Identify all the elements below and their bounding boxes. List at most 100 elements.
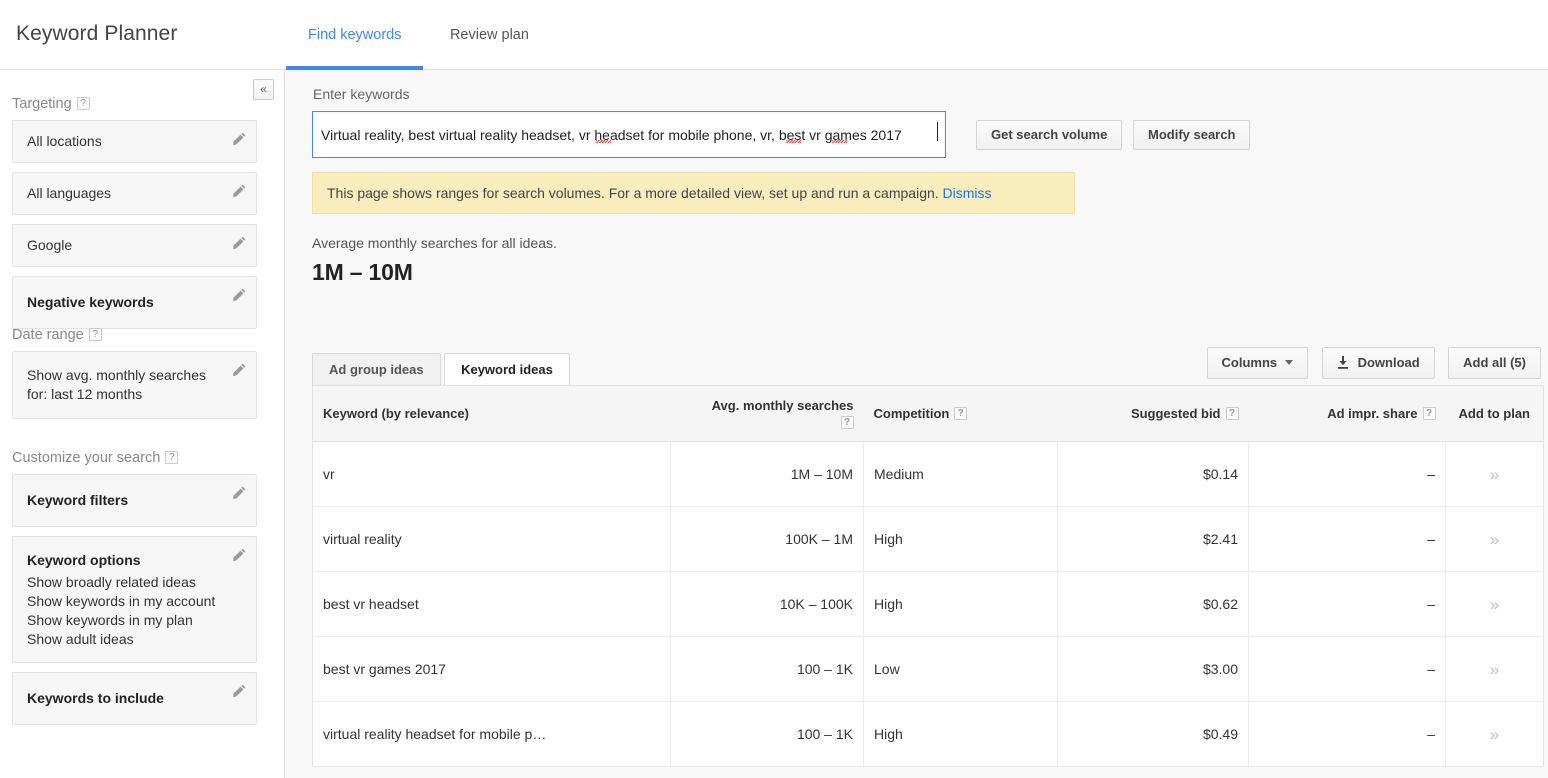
avg-searches-label: Average monthly searches for all ideas. [312, 235, 557, 251]
chevron-down-icon [1285, 360, 1293, 365]
enter-keywords-label: Enter keywords [313, 86, 409, 102]
edit-pencil-icon[interactable] [231, 485, 247, 501]
get-search-volume-label: Get search volume [991, 127, 1107, 142]
cell-keyword: vr [313, 442, 671, 507]
edit-pencil-icon[interactable] [231, 683, 247, 699]
targeting-heading-label: Targeting [12, 96, 72, 112]
help-icon[interactable]: ? [89, 328, 102, 341]
tab-review-plan[interactable]: Review plan [428, 0, 551, 70]
keyword-option-adult-ideas[interactable]: Show adult ideas [27, 630, 222, 649]
cell-competition: Medium [864, 442, 1058, 507]
help-icon[interactable]: ? [1423, 407, 1436, 420]
add-to-plan-chevron-icon[interactable]: » [1490, 465, 1499, 484]
sidebar-item-keyword-options[interactable]: Keyword options Show broadly related ide… [12, 536, 257, 663]
edit-pencil-icon[interactable] [231, 183, 247, 199]
sidebar-item-negative-keywords[interactable]: Negative keywords [12, 276, 257, 329]
cell-competition: High [864, 507, 1058, 572]
cell-ad-impr-share: – [1249, 442, 1446, 507]
modify-search-label: Modify search [1148, 127, 1235, 142]
tab-ad-group-ideas[interactable]: Ad group ideas [312, 353, 441, 385]
cell-suggested-bid: $3.00 [1058, 637, 1249, 702]
cell-add-to-plan[interactable]: » [1446, 637, 1544, 702]
sidebar-item-label: All languages [27, 184, 222, 203]
add-to-plan-chevron-icon[interactable]: » [1490, 530, 1499, 549]
cell-suggested-bid: $2.41 [1058, 507, 1249, 572]
column-header-competition[interactable]: Competition? [864, 386, 1058, 442]
column-header-avg-label: Avg. monthly searches [681, 398, 854, 413]
edit-pencil-icon[interactable] [231, 547, 247, 563]
help-icon[interactable]: ? [1226, 407, 1239, 420]
sidebar-item-label-2: for: last 12 months [27, 385, 222, 404]
column-header-keyword[interactable]: Keyword (by relevance) [313, 386, 671, 442]
sidebar-item-keywords-to-include[interactable]: Keywords to include [12, 672, 257, 725]
table-header-row: Keyword (by relevance) Avg. monthly sear… [313, 386, 1544, 442]
column-header-ad-impr-share[interactable]: Ad impr. share? [1249, 386, 1446, 442]
keyword-option-in-my-account[interactable]: Show keywords in my account [27, 592, 222, 611]
cell-add-to-plan[interactable]: » [1446, 702, 1544, 767]
sidebar-item-label: Keywords to include [27, 689, 222, 708]
tab-find-keywords[interactable]: Find keywords [286, 0, 423, 70]
cell-add-to-plan[interactable]: » [1446, 572, 1544, 637]
main-content: Enter keywords Get search volume Modify … [286, 70, 1548, 778]
table-row[interactable]: virtual reality 100K – 1M High $2.41 – » [313, 507, 1544, 572]
modify-search-button[interactable]: Modify search [1133, 120, 1250, 150]
cell-avg-monthly-searches: 100 – 1K [671, 702, 864, 767]
tab-keyword-ideas-label: Keyword ideas [461, 362, 553, 377]
cell-ad-impr-share: – [1249, 507, 1446, 572]
cell-ad-impr-share: – [1249, 637, 1446, 702]
table-row[interactable]: best vr games 2017 100 – 1K Low $3.00 – … [313, 637, 1544, 702]
edit-pencil-icon[interactable] [231, 287, 247, 303]
column-header-suggested-bid[interactable]: Suggested bid? [1058, 386, 1249, 442]
cell-avg-monthly-searches: 1M – 10M [671, 442, 864, 507]
help-icon[interactable]: ? [954, 407, 967, 420]
sidebar-item-label: Keyword options [27, 551, 222, 570]
sidebar-item-google[interactable]: Google [12, 224, 257, 267]
sidebar-item-all-locations[interactable]: All locations [12, 120, 257, 163]
table-row[interactable]: vr 1M – 10M Medium $0.14 – » [313, 442, 1544, 507]
edit-pencil-icon[interactable] [231, 235, 247, 251]
table-row[interactable]: virtual reality headset for mobile p… 10… [313, 702, 1544, 767]
column-header-add-to-plan[interactable]: Add to plan [1446, 386, 1544, 442]
add-to-plan-chevron-icon[interactable]: » [1490, 595, 1499, 614]
cell-suggested-bid: $0.62 [1058, 572, 1249, 637]
search-input[interactable] [313, 112, 945, 157]
sidebar-item-keyword-filters[interactable]: Keyword filters [12, 474, 257, 527]
cell-ad-impr-share: – [1249, 702, 1446, 767]
sidebar-section-targeting: Targeting? All locations All languages G… [0, 96, 285, 338]
columns-label: Columns [1222, 355, 1278, 370]
cell-keyword: best vr headset [313, 572, 671, 637]
double-chevron-left-icon: « [260, 82, 267, 96]
keyword-option-broadly-related[interactable]: Show broadly related ideas [27, 573, 222, 592]
tab-keyword-ideas[interactable]: Keyword ideas [444, 353, 570, 385]
sidebar-item-date-range[interactable]: Show avg. monthly searches for: last 12 … [12, 351, 257, 419]
edit-pencil-icon[interactable] [231, 362, 247, 378]
column-header-avg-monthly-searches[interactable]: Avg. monthly searches ? [671, 386, 864, 442]
cell-avg-monthly-searches: 100 – 1K [671, 637, 864, 702]
cell-keyword: virtual reality headset for mobile p… [313, 702, 671, 767]
cell-add-to-plan[interactable]: » [1446, 442, 1544, 507]
dismiss-link[interactable]: Dismiss [943, 185, 992, 201]
column-header-keyword-label: Keyword (by relevance) [323, 406, 469, 421]
table-toolbar: Columns Download Add all (5) [1207, 347, 1541, 379]
add-to-plan-chevron-icon[interactable]: » [1490, 725, 1499, 744]
text-caret [937, 122, 938, 141]
help-icon[interactable]: ? [77, 97, 90, 110]
edit-pencil-icon[interactable] [231, 131, 247, 147]
keyword-option-in-my-plan[interactable]: Show keywords in my plan [27, 611, 222, 630]
cell-add-to-plan[interactable]: » [1446, 507, 1544, 572]
table-row[interactable]: best vr headset 10K – 100K High $0.62 – … [313, 572, 1544, 637]
cell-avg-monthly-searches: 100K – 1M [671, 507, 864, 572]
cell-competition: High [864, 572, 1058, 637]
add-to-plan-chevron-icon[interactable]: » [1490, 660, 1499, 679]
cell-avg-monthly-searches: 10K – 100K [671, 572, 864, 637]
help-icon[interactable]: ? [165, 451, 178, 464]
cell-suggested-bid: $0.14 [1058, 442, 1249, 507]
download-button[interactable]: Download [1322, 347, 1435, 379]
get-search-volume-button[interactable]: Get search volume [976, 120, 1122, 150]
tab-review-plan-label: Review plan [450, 27, 529, 43]
help-icon[interactable]: ? [841, 416, 854, 429]
add-all-button[interactable]: Add all (5) [1448, 347, 1541, 379]
sidebar-item-all-languages[interactable]: All languages [12, 172, 257, 215]
keywords-input-wrapper[interactable] [312, 111, 946, 158]
columns-button[interactable]: Columns [1207, 347, 1309, 379]
